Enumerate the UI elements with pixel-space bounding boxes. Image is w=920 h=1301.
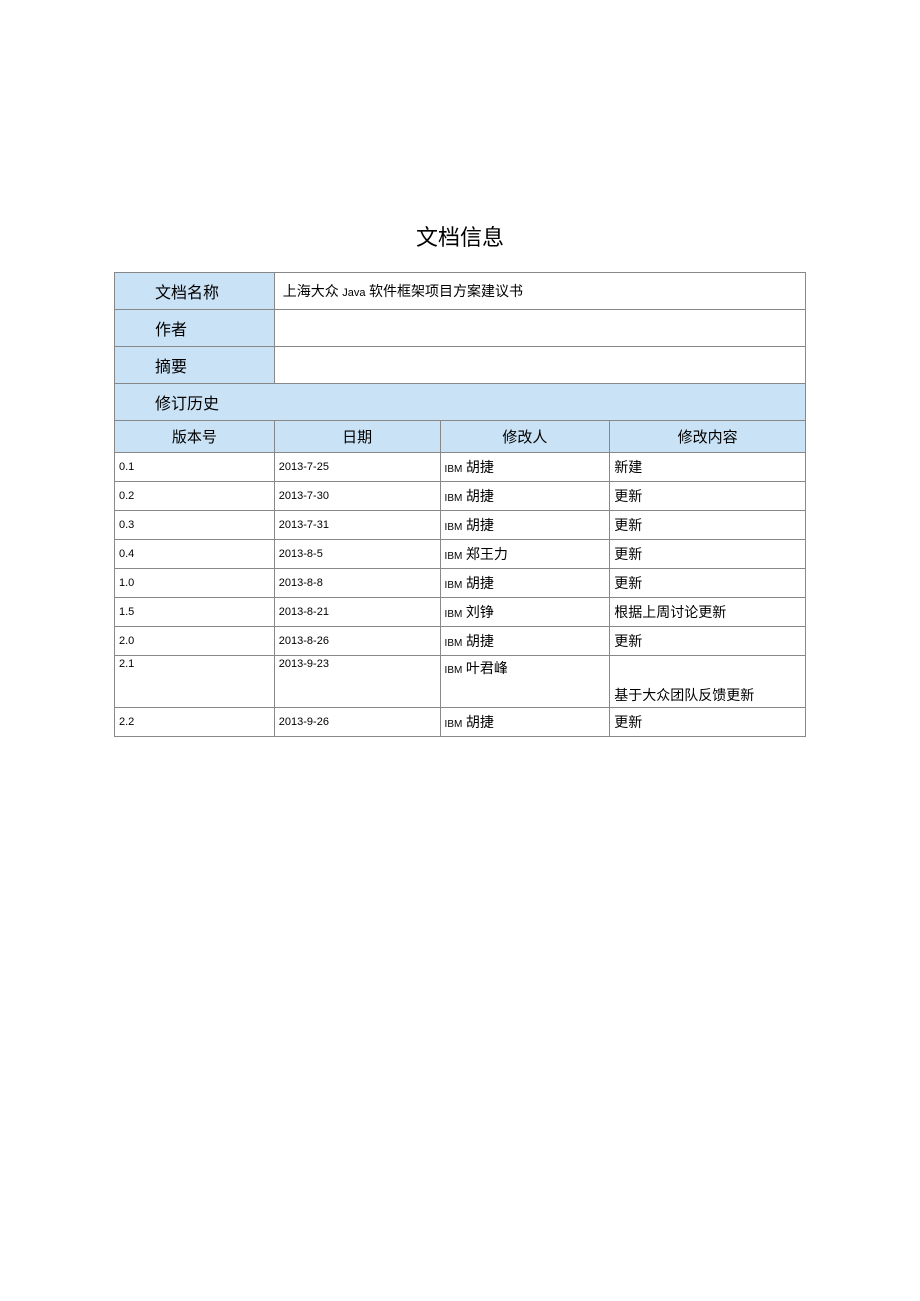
table-row: 1.5 2013-8-21 IBM 刘铮 根据上周讨论更新 — [115, 598, 806, 627]
value-doc-name: 上海大众 Java 软件框架项目方案建议书 — [274, 273, 805, 310]
cell-modifier: IBM 胡捷 — [440, 482, 610, 511]
table-row: 0.4 2013-8-5 IBM 郑王力 更新 — [115, 540, 806, 569]
cell-content: 新建 — [610, 453, 806, 482]
page-title: 文档信息 — [0, 0, 920, 272]
cell-modifier: IBM 胡捷 — [440, 511, 610, 540]
label-author: 作者 — [115, 310, 275, 347]
cell-date: 2013-8-21 — [274, 598, 440, 627]
table-row: 0.2 2013-7-30 IBM 胡捷 更新 — [115, 482, 806, 511]
cell-modifier: IBM 胡捷 — [440, 569, 610, 598]
value-summary — [274, 347, 805, 384]
cell-date: 2013-9-23 — [274, 656, 440, 708]
cell-version: 2.2 — [115, 708, 275, 737]
cell-content: 更新 — [610, 511, 806, 540]
label-summary: 摘要 — [115, 347, 275, 384]
label-doc-name: 文档名称 — [115, 273, 275, 310]
cell-content: 更新 — [610, 569, 806, 598]
cell-date: 2013-7-30 — [274, 482, 440, 511]
cell-content: 更新 — [610, 708, 806, 737]
row-history-header: 修订历史 — [115, 384, 806, 421]
cell-date: 2013-8-5 — [274, 540, 440, 569]
cell-modifier: IBM 郑王力 — [440, 540, 610, 569]
table-row: 0.1 2013-7-25 IBM 胡捷 新建 — [115, 453, 806, 482]
table-row: 1.0 2013-8-8 IBM 胡捷 更新 — [115, 569, 806, 598]
table-row: 2.2 2013-9-26 IBM 胡捷 更新 — [115, 708, 806, 737]
table-row: 0.3 2013-7-31 IBM 胡捷 更新 — [115, 511, 806, 540]
cell-date: 2013-8-26 — [274, 627, 440, 656]
cell-date: 2013-9-26 — [274, 708, 440, 737]
table-row: 2.1 2013-9-23 IBM 叶君峰 基于大众团队反馈更新 — [115, 656, 806, 708]
col-date: 日期 — [274, 421, 440, 453]
cell-date: 2013-8-8 — [274, 569, 440, 598]
row-column-headers: 版本号 日期 修改人 修改内容 — [115, 421, 806, 453]
cell-modifier: IBM 胡捷 — [440, 708, 610, 737]
cell-modifier: IBM 胡捷 — [440, 627, 610, 656]
cell-modifier: IBM 叶君峰 — [440, 656, 610, 708]
cell-content: 更新 — [610, 482, 806, 511]
col-version: 版本号 — [115, 421, 275, 453]
row-doc-name: 文档名称 上海大众 Java 软件框架项目方案建议书 — [115, 273, 806, 310]
cell-version: 2.0 — [115, 627, 275, 656]
cell-content: 更新 — [610, 627, 806, 656]
col-modifier: 修改人 — [440, 421, 610, 453]
cell-content: 根据上周讨论更新 — [610, 598, 806, 627]
row-summary: 摘要 — [115, 347, 806, 384]
cell-version: 0.2 — [115, 482, 275, 511]
col-content: 修改内容 — [610, 421, 806, 453]
cell-modifier: IBM 胡捷 — [440, 453, 610, 482]
cell-version: 0.4 — [115, 540, 275, 569]
document-info-table: 文档名称 上海大众 Java 软件框架项目方案建议书 作者 摘要 修订历史 版本… — [114, 272, 806, 737]
cell-version: 1.0 — [115, 569, 275, 598]
cell-version: 1.5 — [115, 598, 275, 627]
cell-version: 0.1 — [115, 453, 275, 482]
label-history: 修订历史 — [115, 384, 806, 421]
cell-content: 更新 — [610, 540, 806, 569]
cell-date: 2013-7-25 — [274, 453, 440, 482]
cell-content: 基于大众团队反馈更新 — [610, 656, 806, 708]
cell-date: 2013-7-31 — [274, 511, 440, 540]
cell-version: 2.1 — [115, 656, 275, 708]
row-author: 作者 — [115, 310, 806, 347]
cell-modifier: IBM 刘铮 — [440, 598, 610, 627]
table-row: 2.0 2013-8-26 IBM 胡捷 更新 — [115, 627, 806, 656]
value-author — [274, 310, 805, 347]
cell-version: 0.3 — [115, 511, 275, 540]
